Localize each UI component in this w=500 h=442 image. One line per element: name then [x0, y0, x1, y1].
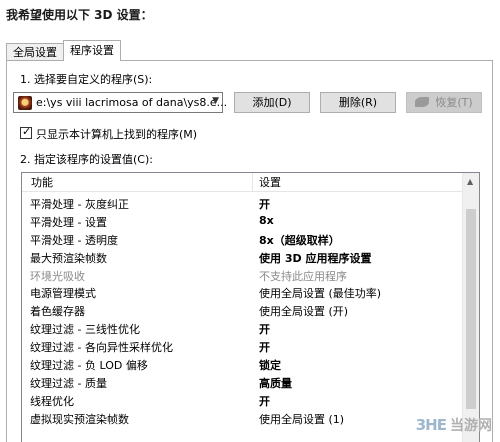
column-header-feature[interactable]: 功能 [31, 173, 53, 192]
program-icon [18, 96, 32, 110]
add-button[interactable]: 添加(D) [234, 92, 310, 113]
row-setting-value[interactable]: 开 [259, 339, 270, 355]
program-select-label: 1. 选择要自定义的程序(S): [20, 73, 153, 86]
row-setting-value[interactable]: 使用全局设置 (最佳功率) [259, 285, 381, 301]
show-local-programs-label: 只显示本计算机上找到的程序(M) [36, 128, 198, 141]
scrollbar-thumb[interactable] [466, 209, 476, 409]
row-feature: 纹理过滤 - 各向异性采样优化 [30, 341, 173, 355]
checkmark-icon: ✓ [22, 125, 32, 138]
row-setting-value[interactable]: 高质量 [259, 375, 292, 391]
column-header-setting[interactable]: 设置 [252, 173, 281, 192]
row-setting-value[interactable]: 开 [259, 196, 270, 212]
watermark-logo: 3HE [415, 416, 447, 434]
settings-table: 功能 设置 平滑处理 - 灰度纠正开平滑处理 - 设置 8x 平滑处理 - 透明度 8… [21, 172, 480, 442]
table-row[interactable]: 纹理过滤 - 各向异性采样优化 开 [22, 337, 463, 355]
row-setting-value[interactable]: 锁定 [259, 357, 281, 373]
show-local-programs-checkbox[interactable]: ✓ [20, 125, 32, 139]
table-row[interactable]: 线程优化 开 [22, 391, 463, 409]
program-combobox[interactable]: e:\ys viii lacrimosa of dana\ys8.e... ▼ [13, 92, 227, 113]
table-row[interactable]: 纹理过滤 - 质量 高质量 [22, 373, 463, 391]
row-feature: 环境光吸收 [30, 269, 85, 283]
watermark-text: 当游网 [450, 418, 492, 434]
row-setting-value[interactable]: 使用全局设置 (1) [259, 411, 344, 427]
table-row[interactable]: 虚拟现实预渲染帧数 使用全局设置 (1) [22, 409, 463, 427]
page-title: 我希望使用以下 3D 设置： [6, 8, 153, 22]
row-setting-value[interactable]: 开 [259, 321, 270, 337]
row-feature: 线程优化 [30, 394, 74, 408]
table-row[interactable]: 平滑处理 - 透明度 8x（超级取样） [22, 230, 463, 248]
table-row[interactable]: 着色缓存器 使用全局设置 (开) [22, 301, 463, 319]
row-setting-value[interactable]: 使用 3D 应用程序设置 [259, 250, 371, 266]
tab-global-settings[interactable]: 全局设置 [6, 43, 64, 61]
tab-bar: 全局设置 程序设置 [6, 40, 121, 61]
row-feature: 虚拟现实预渲染帧数 [30, 412, 129, 426]
program-combobox-value: e:\ys viii lacrimosa of dana\ys8.e... [36, 96, 228, 109]
row-feature: 平滑处理 - 灰度纠正 [30, 198, 129, 211]
table-row[interactable]: 纹理过滤 - 负 LOD 偏移 锁定 [22, 355, 463, 373]
row-setting-value[interactable]: 不支持此应用程序 [259, 268, 347, 284]
restore-button[interactable]: 恢复(T) [406, 92, 482, 113]
row-feature: 着色缓存器 [30, 305, 85, 319]
table-row[interactable]: 平滑处理 - 设置 8x [22, 212, 463, 230]
scroll-up-icon[interactable]: ▲ [467, 177, 473, 186]
row-feature: 平滑处理 - 透明度 [30, 233, 118, 247]
watermark: 3HE 当游网 [416, 414, 492, 436]
row-feature: 纹理过滤 - 质量 [30, 376, 107, 390]
delete-button[interactable]: 删除(R) [320, 92, 396, 113]
settings-list-label: 2. 指定该程序的设置值(C): [20, 153, 153, 166]
chevron-down-icon[interactable]: ▼ [212, 96, 219, 106]
table-row[interactable]: 最大预渲染帧数 使用 3D 应用程序设置 [22, 248, 463, 266]
table-row[interactable]: 电源管理模式 使用全局设置 (最佳功率) [22, 283, 463, 301]
row-setting-value[interactable]: 开 [259, 393, 270, 409]
row-feature: 最大预渲染帧数 [30, 251, 107, 265]
table-row[interactable]: 平滑处理 - 灰度纠正 开 [22, 194, 463, 212]
tab-program-settings[interactable]: 程序设置 [63, 40, 121, 61]
nvidia-icon [415, 97, 430, 107]
row-setting-value[interactable]: 8x（超级取样） [259, 232, 340, 248]
restore-button-label: 恢复(T) [435, 96, 473, 109]
row-feature: 电源管理模式 [30, 287, 96, 301]
row-setting-value[interactable]: 8x [259, 214, 274, 227]
table-header: 功能 设置 [22, 173, 463, 192]
table-row[interactable]: 纹理过滤 - 三线性优化 开 [22, 319, 463, 337]
row-feature: 纹理过滤 - 负 LOD 偏移 [30, 359, 148, 373]
row-setting-value[interactable]: 使用全局设置 (开) [259, 303, 348, 319]
table-row[interactable]: 环境光吸收 不支持此应用程序 [22, 266, 463, 284]
table-rows: 平滑处理 - 灰度纠正开平滑处理 - 设置 8x 平滑处理 - 透明度 8x（超级取样… [22, 194, 463, 427]
row-feature: 平滑处理 - 设置 [30, 215, 107, 229]
vertical-scrollbar[interactable]: ▲ [462, 173, 479, 442]
row-feature: 纹理过滤 - 三线性优化 [30, 323, 140, 337]
